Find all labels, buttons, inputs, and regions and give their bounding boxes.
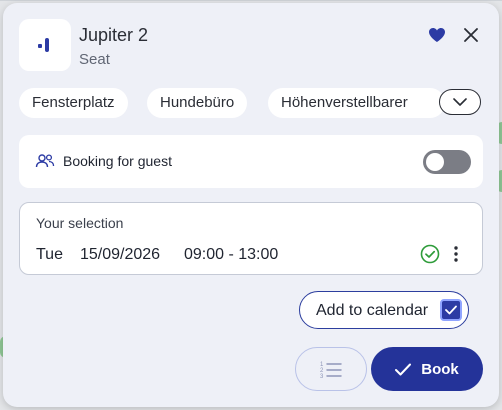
add-to-calendar-toggle[interactable]: Add to calendar bbox=[299, 291, 469, 329]
feature-chip[interactable]: Fensterplatz bbox=[19, 88, 128, 118]
guest-booking-row: Booking for guest bbox=[19, 135, 483, 188]
numbered-list-icon: 1 2 3 bbox=[320, 362, 342, 378]
favorite-button[interactable] bbox=[425, 23, 449, 47]
resource-type: Seat bbox=[79, 51, 110, 68]
svg-text:3: 3 bbox=[320, 374, 324, 378]
book-label: Book bbox=[421, 360, 459, 378]
people-icon bbox=[35, 154, 55, 168]
close-button[interactable] bbox=[459, 23, 483, 47]
resource-title: Jupiter 2 bbox=[79, 25, 149, 45]
toggle-knob bbox=[426, 153, 444, 171]
checkmark-icon bbox=[445, 305, 457, 315]
calendar-label: Add to calendar bbox=[316, 302, 429, 319]
more-vertical-icon bbox=[454, 246, 458, 262]
guest-label: Booking for guest bbox=[63, 153, 172, 169]
feature-chips: Fensterplatz Hundebüro Höhenverstellbare… bbox=[19, 88, 483, 120]
heart-icon bbox=[429, 28, 445, 42]
selection-date: 15/09/2026 bbox=[80, 246, 161, 263]
check-circle-icon bbox=[420, 244, 440, 264]
selection-label: Your selection bbox=[36, 215, 124, 231]
book-button[interactable]: Book bbox=[371, 347, 483, 391]
selection-time: 09:00 - 13:00 bbox=[184, 246, 279, 263]
resource-logo bbox=[19, 19, 71, 71]
selection-card: Your selection Tue 15/09/2026 09:00 - 13… bbox=[19, 202, 483, 275]
calendar-checkbox[interactable] bbox=[440, 299, 462, 321]
checkmark-icon bbox=[395, 363, 412, 375]
feature-chip[interactable]: Höhenverstellbarer bbox=[268, 88, 445, 118]
expand-chips-button[interactable] bbox=[439, 89, 481, 115]
panel-header: Jupiter 2 Seat bbox=[19, 19, 483, 75]
details-list-button[interactable]: 1 2 3 bbox=[295, 347, 367, 391]
booking-panel: Jupiter 2 Seat Fensterplatz Hundebüro Hö… bbox=[3, 3, 499, 407]
chevron-down-icon bbox=[453, 98, 467, 106]
map-road bbox=[0, 0, 502, 1]
seat-logo-icon bbox=[38, 38, 49, 52]
guest-toggle[interactable] bbox=[423, 150, 471, 174]
selection-menu-button[interactable] bbox=[448, 244, 464, 264]
feature-chip[interactable]: Hundebüro bbox=[147, 88, 248, 118]
selection-day: Tue bbox=[36, 246, 63, 263]
close-icon bbox=[464, 28, 478, 42]
